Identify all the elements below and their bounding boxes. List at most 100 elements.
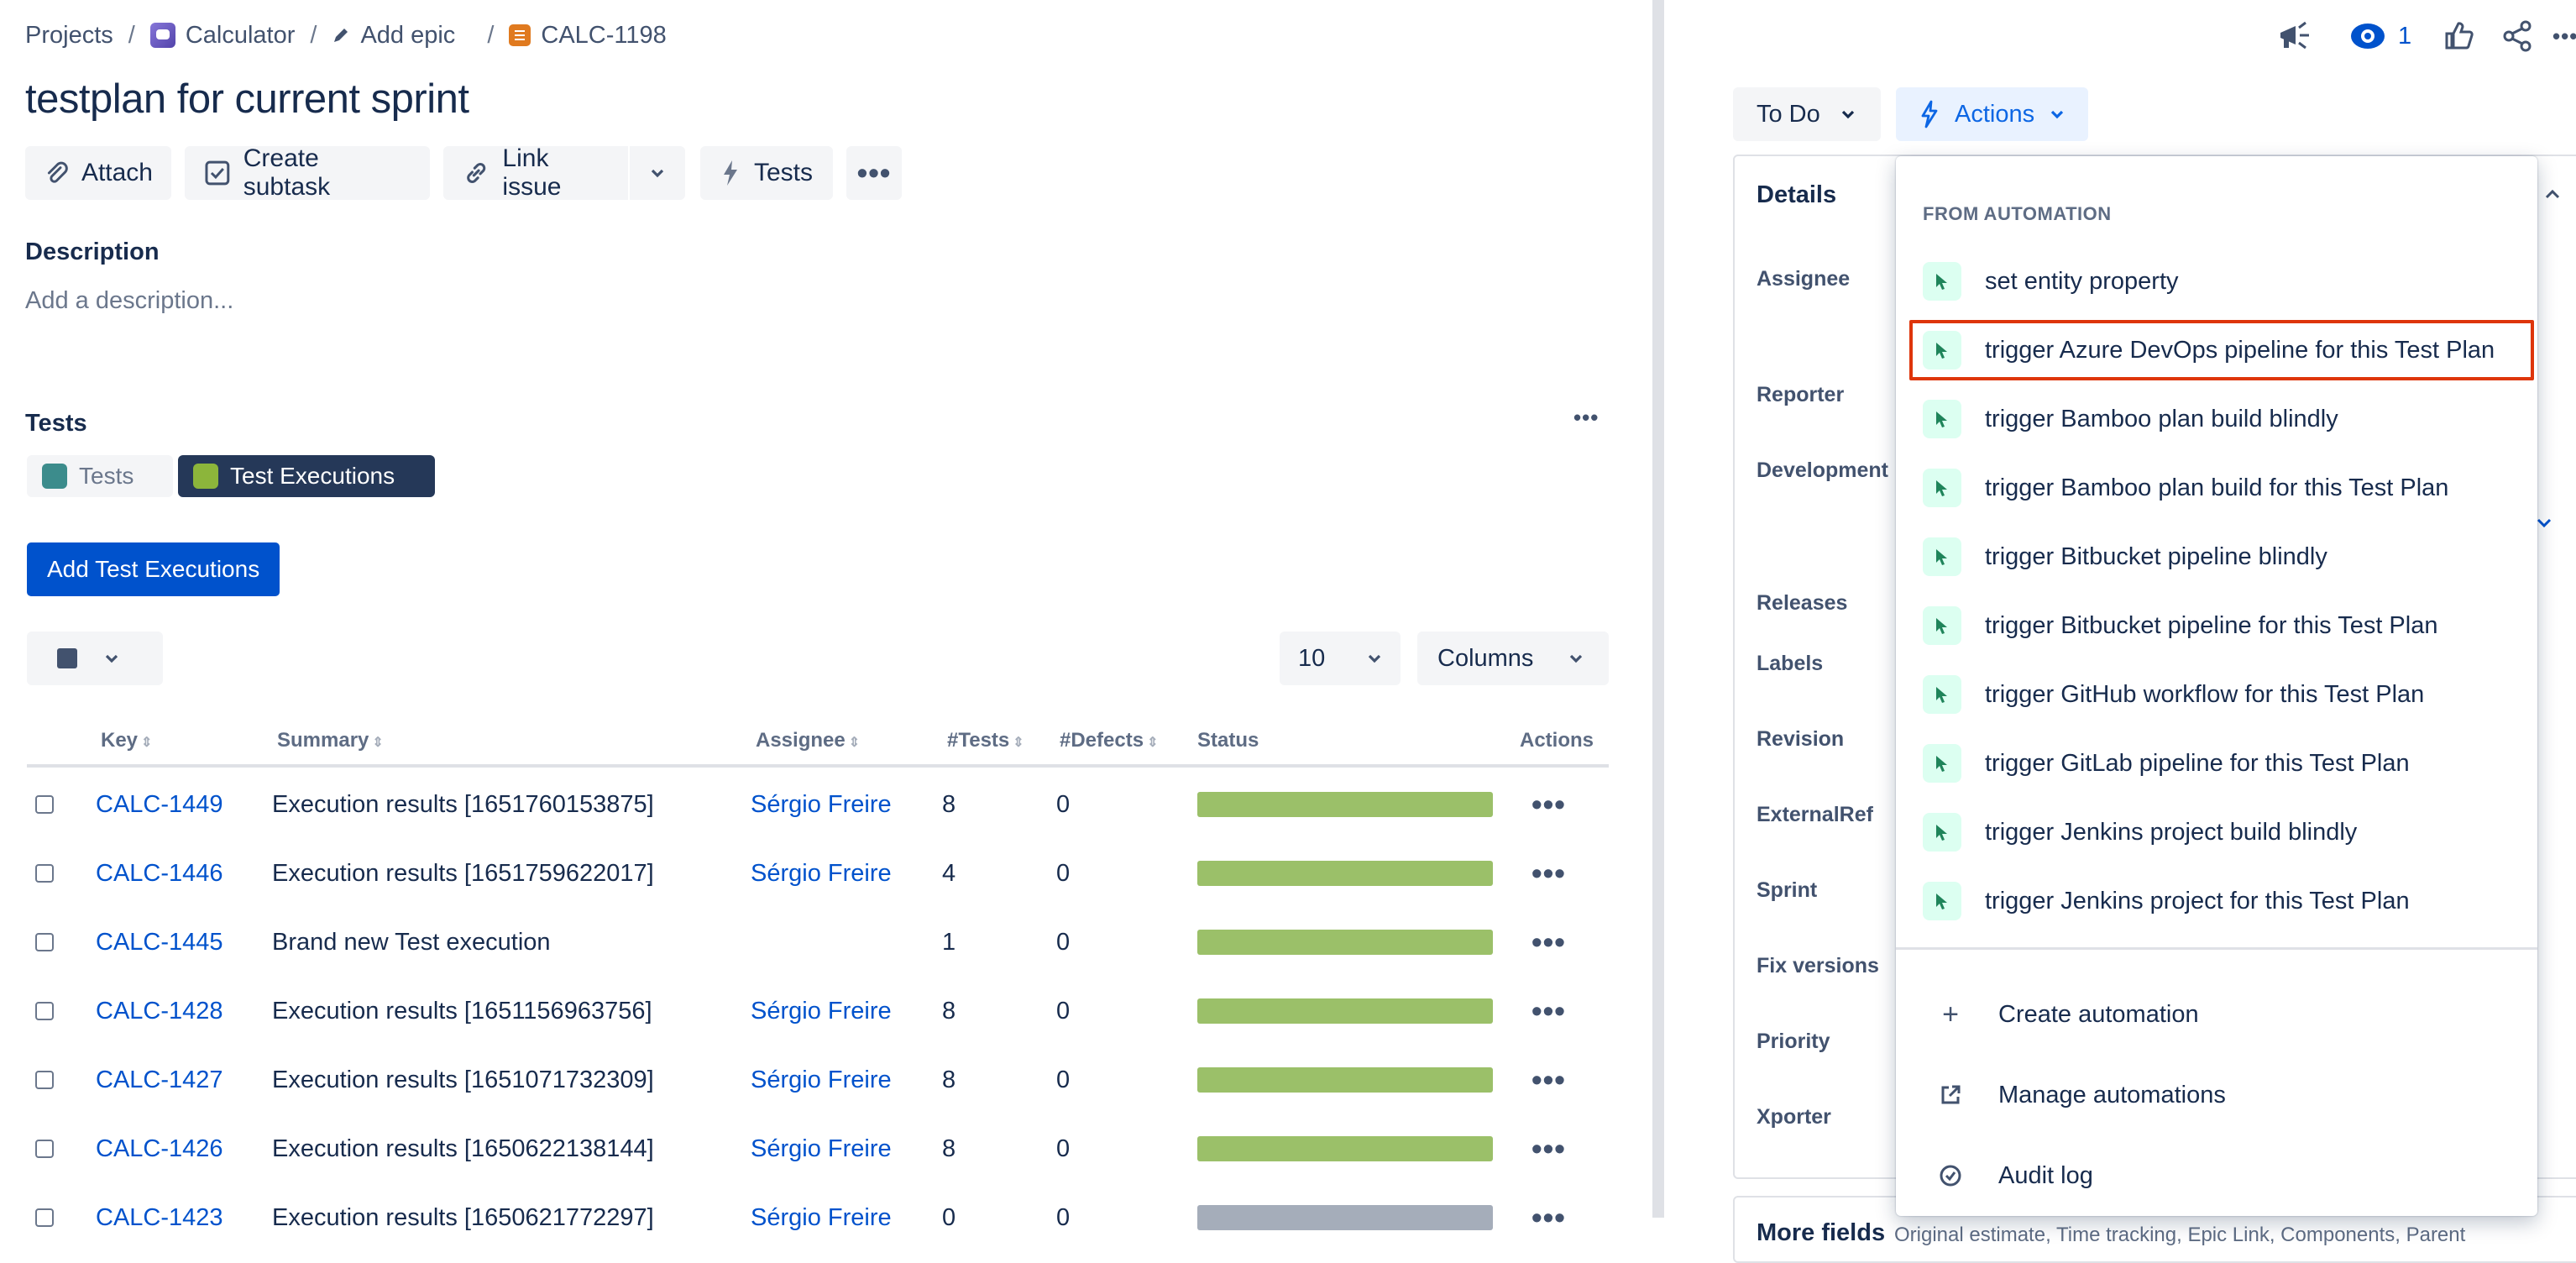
status-progress-bar	[1197, 792, 1493, 817]
row-assignee[interactable]: Sérgio Freire	[751, 1045, 892, 1115]
row-actions-button[interactable]: •••	[1531, 907, 1566, 977]
breadcrumb-add-epic[interactable]: Add epic	[332, 22, 455, 50]
project-avatar-icon	[149, 23, 175, 48]
columns-button[interactable]: Columns	[1417, 632, 1609, 685]
breadcrumb-projects[interactable]: Projects	[25, 22, 113, 50]
link-issue-button[interactable]: Link issue	[443, 144, 628, 201]
pane-splitter[interactable]	[1652, 0, 1664, 1218]
link-icon	[467, 162, 486, 184]
tab-tests[interactable]: Tests	[27, 455, 173, 497]
field-label-assignee: Assignee	[1757, 267, 1851, 291]
row-tests-count: 4	[942, 859, 956, 887]
status-button[interactable]: To Do	[1733, 87, 1881, 141]
automation-rule-item[interactable]: trigger Jenkins project build blindly	[1896, 798, 2537, 867]
automation-rule-item[interactable]: trigger Bamboo plan build blindly	[1896, 385, 2537, 453]
column-header-summary[interactable]: Summary ⇕	[277, 729, 384, 752]
chevron-up-icon[interactable]	[2542, 185, 2563, 205]
row-key-link[interactable]: CALC-1428	[96, 976, 223, 1046]
row-checkbox-cell[interactable]	[35, 976, 54, 1046]
row-summary: Execution results [1651759622017]	[272, 859, 654, 887]
breadcrumb-project[interactable]: Calculator	[149, 22, 295, 50]
row-assignee[interactable]: Sérgio Freire	[751, 1114, 892, 1184]
column-header-tests[interactable]: #Tests ⇕	[947, 729, 1024, 752]
row-checkbox-cell[interactable]	[35, 907, 54, 977]
row-checkbox[interactable]	[35, 1002, 54, 1020]
row-assignee[interactable]: Sérgio Freire	[751, 769, 892, 840]
row-key-link[interactable]: CALC-1426	[96, 1114, 223, 1184]
link-issue-dropdown[interactable]	[630, 146, 685, 200]
row-key-link[interactable]: CALC-1427	[96, 1045, 223, 1115]
issue-more-icon[interactable]: •••	[2552, 17, 2576, 55]
table-row[interactable]: CALC-1446 Execution results [165175962201…	[27, 838, 1609, 909]
create-subtask-button[interactable]: Create subtask	[185, 144, 430, 201]
tab-test-executions[interactable]: Test Executions	[178, 455, 435, 497]
automation-rule-item[interactable]: trigger Jenkins project for this Test Pl…	[1896, 867, 2537, 935]
details-title[interactable]: Details	[1757, 181, 1836, 209]
page-title[interactable]: testplan for current sprint	[25, 76, 469, 123]
automation-rule-item[interactable]: trigger Bitbucket pipeline for this Test…	[1896, 591, 2537, 660]
row-key-link[interactable]: CALC-1445	[96, 907, 223, 977]
automation-rule-item[interactable]: trigger GitLab pipeline for this Test Pl…	[1896, 729, 2537, 798]
row-key-link[interactable]: CALC-1446	[96, 838, 223, 909]
row-checkbox[interactable]	[35, 1208, 54, 1227]
row-checkbox-cell[interactable]	[35, 1182, 54, 1253]
column-header-defects[interactable]: #Defects ⇕	[1060, 729, 1158, 752]
column-header-assignee[interactable]: Assignee ⇕	[756, 729, 860, 752]
actions-button[interactable]: Actions	[1896, 87, 2089, 141]
table-row[interactable]: CALC-1428 Execution results [165115696375…	[27, 976, 1609, 1046]
watchers-button[interactable]: 1	[2349, 17, 2411, 55]
table-row[interactable]: CALC-1445 Brand new Test execution 1 0 •••	[27, 907, 1609, 977]
table-row[interactable]: CALC-1426 Execution results [165062213814…	[27, 1114, 1609, 1184]
row-checkbox-cell[interactable]	[35, 1045, 54, 1115]
automation-icon	[1923, 262, 1961, 301]
add-test-executions-button[interactable]: Add Test Executions	[27, 542, 280, 596]
attach-button[interactable]: Attach	[25, 146, 171, 200]
row-tests-count: 8	[942, 997, 956, 1025]
automation-rule-item[interactable]: trigger Bamboo plan build for this Test …	[1896, 453, 2537, 522]
column-header-key[interactable]: Key ⇕	[101, 729, 152, 752]
row-checkbox-cell[interactable]	[35, 769, 54, 840]
sort-icon: ⇕	[1013, 736, 1024, 750]
page-size-select[interactable]: 10	[1280, 632, 1401, 685]
automation-rule-item[interactable]: trigger Bitbucket pipeline blindly	[1896, 522, 2537, 591]
row-actions-button[interactable]: •••	[1531, 838, 1566, 909]
row-checkbox-cell[interactable]	[35, 838, 54, 909]
row-assignee[interactable]: Sérgio Freire	[751, 976, 892, 1046]
automation-rule-item[interactable]: trigger Azure DevOps pipeline for this T…	[1896, 316, 2537, 385]
row-checkbox-cell[interactable]	[35, 1114, 54, 1184]
row-tests-count: 0	[942, 1203, 956, 1231]
manage-automations-item[interactable]: Manage automations	[1896, 1055, 2537, 1135]
breadcrumb-issue[interactable]: CALC-1198	[509, 22, 667, 50]
row-key-link[interactable]: CALC-1449	[96, 769, 223, 840]
bulk-select-dropdown[interactable]	[27, 632, 163, 685]
automation-rule-item[interactable]: trigger GitHub workflow for this Test Pl…	[1896, 660, 2537, 729]
automation-rule-item[interactable]: set entity property	[1896, 247, 2537, 316]
row-actions-button[interactable]: •••	[1531, 769, 1566, 840]
table-row[interactable]: CALC-1427 Execution results [165107173230…	[27, 1045, 1609, 1115]
table-row[interactable]: CALC-1449 Execution results [165176015387…	[27, 769, 1609, 840]
table-row[interactable]: CALC-1423 Execution results [165062177229…	[27, 1182, 1609, 1253]
row-checkbox[interactable]	[35, 864, 54, 883]
row-checkbox[interactable]	[35, 933, 54, 951]
share-button[interactable]	[2500, 17, 2534, 55]
row-assignee[interactable]: Sérgio Freire	[751, 1182, 892, 1253]
row-actions-button[interactable]: •••	[1531, 1182, 1566, 1253]
more-actions-button[interactable]: •••	[846, 146, 902, 200]
row-actions-button[interactable]: •••	[1531, 1114, 1566, 1184]
tests-section-more-icon[interactable]: •••	[1573, 405, 1599, 431]
tests-button[interactable]: Tests	[700, 146, 833, 200]
row-actions-button[interactable]: •••	[1531, 976, 1566, 1046]
row-actions-button[interactable]: •••	[1531, 1045, 1566, 1115]
feedback-button[interactable]	[2277, 17, 2314, 55]
create-automation-item[interactable]: + Create automation	[1896, 974, 2537, 1055]
description-input[interactable]: Add a description...	[25, 287, 233, 315]
row-assignee[interactable]: Sérgio Freire	[751, 838, 892, 909]
column-header-summary-label: Summary	[277, 729, 369, 752]
row-tests-count: 1	[942, 928, 956, 956]
row-checkbox[interactable]	[35, 1140, 54, 1158]
vote-button[interactable]	[2442, 17, 2475, 55]
row-checkbox[interactable]	[35, 795, 54, 814]
row-key-link[interactable]: CALC-1423	[96, 1182, 223, 1253]
audit-log-item[interactable]: Audit log	[1896, 1135, 2537, 1216]
row-checkbox[interactable]	[35, 1071, 54, 1089]
